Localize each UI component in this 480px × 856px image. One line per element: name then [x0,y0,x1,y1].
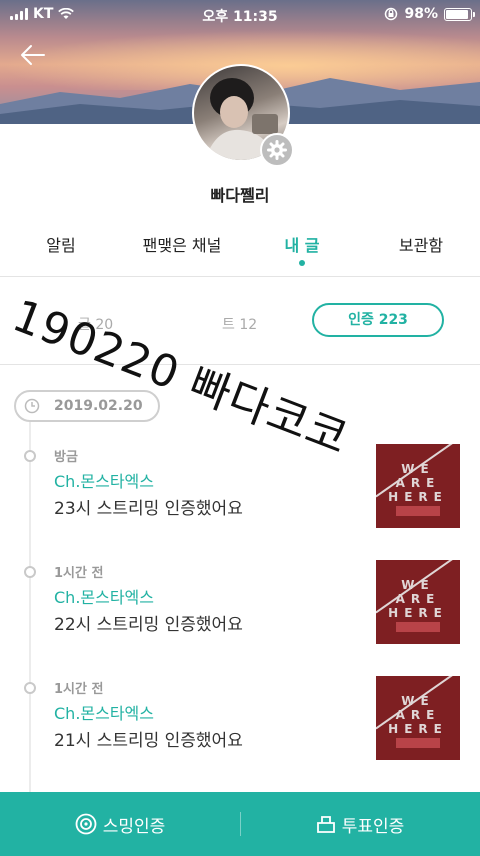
active-tab-indicator [299,260,305,266]
timeline-post[interactable]: 1시간 전 Ch.몬스타엑스 21시 스트리밍 인증했어요 WE ARE HER… [0,676,480,772]
tab-notifications[interactable]: 알림 [44,232,78,256]
post-thumbnail[interactable]: WE ARE HERE [376,676,460,760]
vote-cert-button[interactable]: 투표인증 [240,792,480,856]
thumbnail-text: WE ARE HERE [388,462,448,504]
timeline-post[interactable]: 방금 Ch.몬스타엑스 23시 스트리밍 인증했어요 WE ARE HERE [0,444,480,540]
post-channel-link[interactable]: Ch.몬스타엑스 [54,468,154,492]
post-thumbnail[interactable]: WE ARE HERE [376,444,460,528]
post-time: 방금 [54,450,78,465]
tab-label: 팬맺은 채널 [142,236,222,255]
bottom-action-bar: 스밍인증 투표인증 [0,792,480,856]
tab-label: 알림 [46,236,76,255]
post-channel-link[interactable]: Ch.몬스타엑스 [54,700,154,724]
post-channel-link[interactable]: Ch.몬스타엑스 [54,584,154,608]
date-pill: 2019.02.20 [14,390,160,422]
post-thumbnail[interactable]: WE ARE HERE [376,560,460,644]
back-arrow-icon[interactable] [18,40,48,70]
tab-fan-channels[interactable]: 팬맺은 채널 [136,232,228,256]
tab-label: 보관함 [398,236,444,255]
streaming-cert-label: 스밍인증 [102,816,166,837]
timeline-post[interactable]: 1시간 전 Ch.몬스타엑스 22시 스트리밍 인증했어요 WE ARE HER… [0,560,480,656]
tab-label: 내 글 [284,236,320,255]
status-bar: KT 오후 11:35 98% [0,0,480,28]
post-time: 1시간 전 [54,566,104,581]
tab-my-posts[interactable]: 내 글 [282,232,322,266]
post-text: 22시 스트리밍 인증했어요 [54,615,243,635]
timeline-node [24,682,36,694]
certification-count-button[interactable]: 인증 223 [312,303,444,337]
vote-box-icon [316,816,335,833]
timeline-node [24,450,36,462]
rotation-lock-icon [385,7,398,21]
profile-username: 빠다쩰리 [210,186,270,205]
battery-percent: 98% [404,6,438,22]
tab-archive[interactable]: 보관함 [396,232,446,256]
streaming-cert-button[interactable]: 스밍인증 [0,792,240,856]
profile-settings-gear-icon[interactable] [260,133,294,167]
profile-tabs: 알림 팬맺은 채널 내 글 보관함 [0,232,480,277]
date-label: 2019.02.20 [54,398,143,414]
post-time: 1시간 전 [54,682,104,697]
battery-icon [444,7,475,21]
thumbnail-text: WE ARE HERE [388,578,448,620]
post-text: 21시 스트리밍 인증했어요 [54,731,243,751]
thumbnail-text: WE ARE HERE [388,694,448,736]
comments-count: 트 12 [222,317,258,333]
disc-icon [75,813,97,835]
vote-cert-label: 투표인증 [341,816,405,837]
post-text: 23시 스트리밍 인증했어요 [54,499,243,519]
timeline-node [24,566,36,578]
clock-icon [24,398,40,414]
